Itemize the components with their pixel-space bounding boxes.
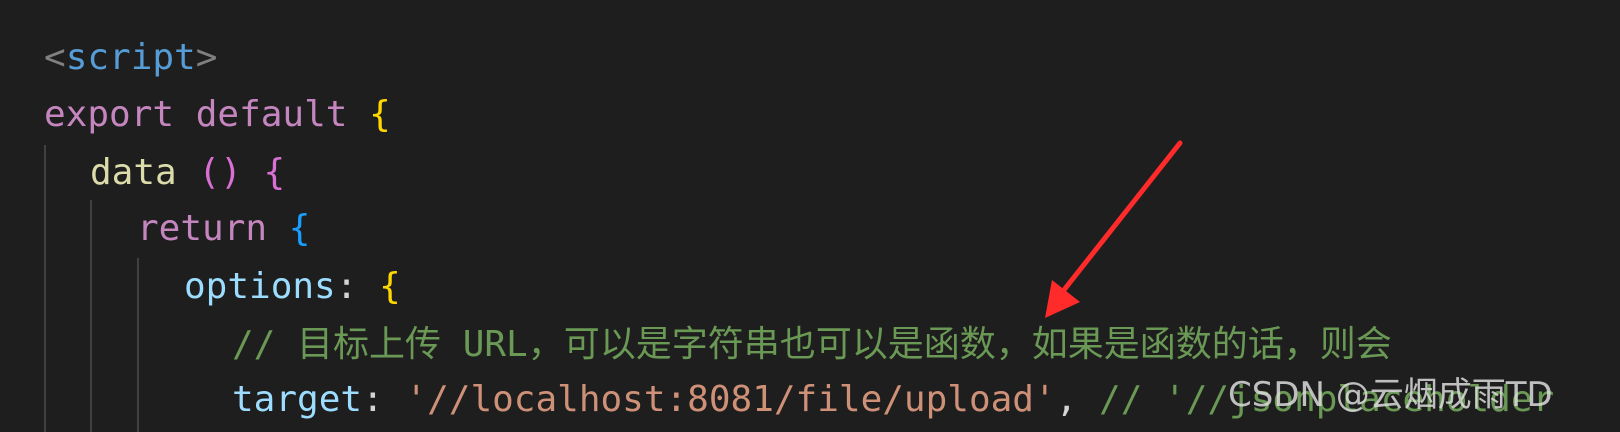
tag-open-bracket: < — [44, 37, 66, 78]
colon: : — [362, 379, 384, 420]
code-line-5[interactable]: options: { — [184, 258, 401, 315]
keyword-default: default — [195, 94, 348, 135]
tag-close-bracket: > — [195, 37, 218, 78]
brace: { — [263, 152, 286, 193]
indent-guide — [44, 145, 46, 432]
code-line-2[interactable]: export default { — [44, 86, 391, 143]
code-editor[interactable]: <script> export default { data () { retu… — [0, 0, 1620, 432]
parens: () — [198, 152, 242, 193]
keyword-export: export — [44, 94, 175, 135]
brace: { — [379, 266, 401, 307]
comment: // 目标上传 URL，可以是字符串也可以是函数，如果是函数的话，则会 — [232, 324, 1392, 365]
indent-guide — [137, 258, 139, 432]
code-line-4[interactable]: return { — [137, 200, 310, 257]
brace: { — [369, 94, 391, 135]
csdn-watermark: CSDN @云烟成雨TD — [1228, 375, 1553, 415]
comma: , — [1055, 379, 1078, 420]
property-name: target — [232, 379, 363, 420]
keyword-return: return — [137, 208, 268, 249]
string-literal: '//localhost:8081/file/upload' — [405, 379, 1056, 420]
indent-guide — [90, 200, 92, 432]
code-line-1[interactable]: <script> — [44, 29, 217, 86]
code-line-3[interactable]: data () { — [90, 144, 285, 201]
colon: : — [335, 266, 358, 307]
function-name: data — [90, 152, 177, 193]
tag-name: script — [65, 37, 196, 78]
property-name: options — [184, 266, 336, 307]
brace: { — [288, 208, 311, 249]
code-line-6[interactable]: // 目标上传 URL，可以是字符串也可以是函数，如果是函数的话，则会 — [232, 316, 1392, 373]
